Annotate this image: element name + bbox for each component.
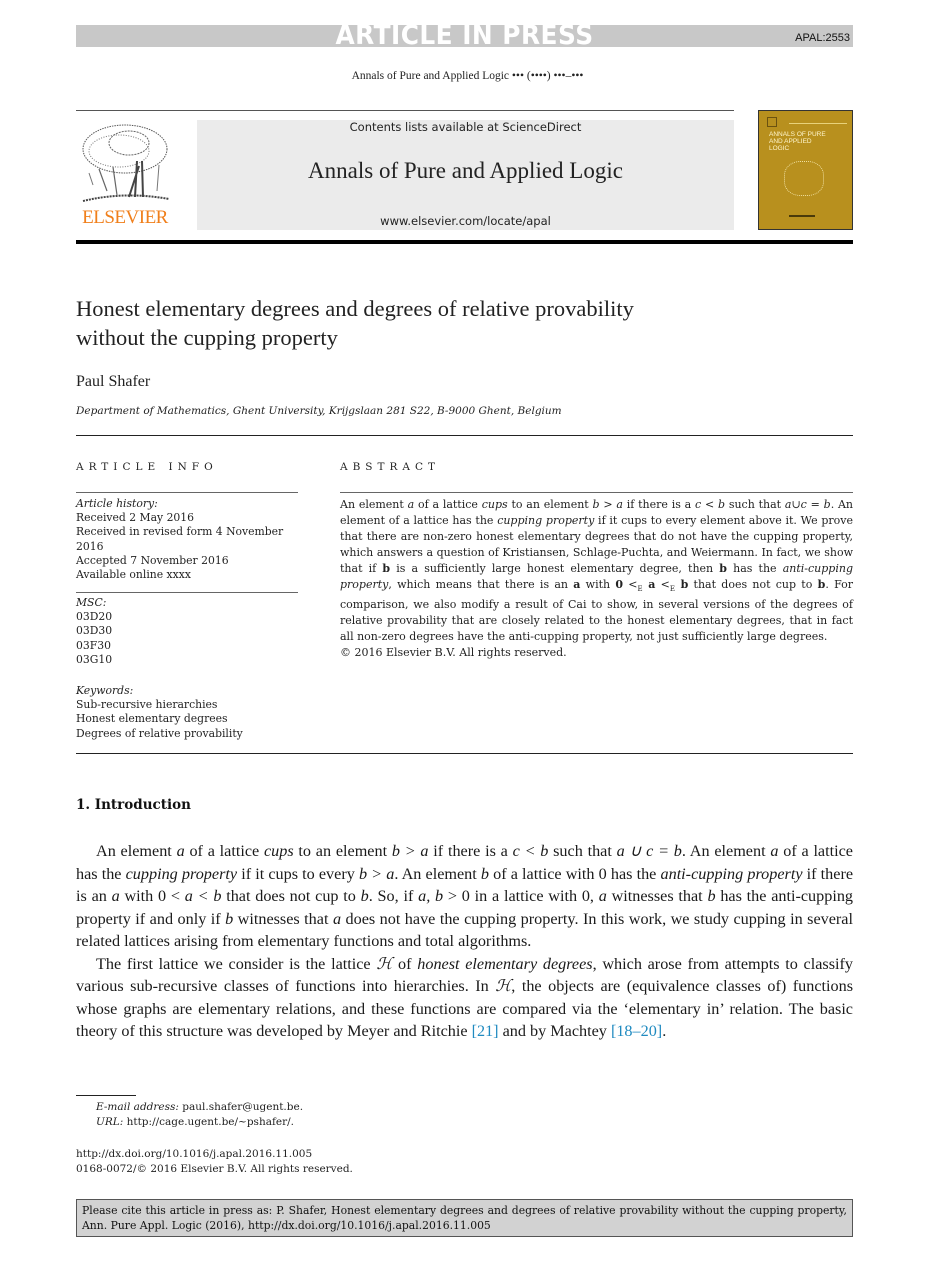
citation-link[interactable]: [18–20] — [611, 1022, 662, 1040]
author-footnote: E-mail address: paul.shafer@ugent.be. UR… — [96, 1100, 303, 1130]
banner-title: ARTICLE IN PRESS — [335, 20, 594, 51]
cover-rule — [789, 123, 847, 124]
elsevier-tree-icon — [82, 124, 170, 202]
history-revised: Received in revised form 4 November 2016 — [76, 525, 284, 553]
article-code: APAL:2553 — [795, 32, 850, 44]
history-label: Article history: — [76, 497, 158, 510]
history-online: Available online xxxx — [76, 568, 191, 582]
history-received: Received 2 May 2016 — [76, 511, 195, 525]
email-link[interactable]: paul.shafer@ugent.be. — [179, 1101, 303, 1113]
title-line-1: Honest elementary degrees and degrees of… — [76, 296, 634, 321]
cover-illustration — [784, 161, 824, 196]
contents-available-text[interactable]: Contents lists available at ScienceDirec… — [197, 120, 734, 134]
doi-link[interactable]: http://dx.doi.org/10.1016/j.apal.2016.11… — [76, 1147, 353, 1162]
msc-code: 03D30 — [76, 624, 113, 638]
intro-body: An element a of a lattice cups to an ele… — [76, 840, 853, 1043]
article-title: Honest elementary degrees and degrees of… — [76, 294, 776, 352]
citation-link[interactable]: [21] — [472, 1022, 499, 1040]
cover-footer-mark — [789, 215, 815, 217]
header-rule — [76, 110, 734, 111]
elsevier-logo[interactable]: ELSEVIER — [76, 121, 174, 229]
journal-masthead: Contents lists available at ScienceDirec… — [197, 120, 734, 230]
citation-box: Please cite this article in press as: P.… — [76, 1199, 853, 1237]
journal-url-link[interactable]: www.elsevier.com/locate/apal — [197, 214, 734, 228]
msc-code: 03F30 — [76, 638, 111, 652]
msc-codes: MSC: 03D20 03D30 03F30 03G10 — [76, 596, 298, 667]
intro-paragraph-1: An element a of a lattice cups to an ele… — [76, 842, 854, 950]
cover-logo-icon — [767, 117, 777, 127]
title-rule — [76, 435, 853, 436]
title-line-2: without the cupping property — [76, 325, 338, 350]
author-affiliation: Department of Mathematics, Ghent Univers… — [76, 405, 562, 417]
intro-paragraph-2: The first lattice we consider is the lat… — [76, 954, 853, 1041]
msc-code: 03D20 — [76, 610, 113, 624]
running-head: Annals of Pure and Applied Logic ••• (••… — [351, 70, 584, 82]
abstract-heading: ABSTRACT — [340, 461, 441, 473]
keywords: Keywords: Sub-recursive hierarchies Hone… — [76, 684, 298, 741]
info-rule — [76, 492, 298, 493]
journal-title: Annals of Pure and Applied Logic — [308, 158, 623, 183]
keyword: Honest elementary degrees — [76, 712, 228, 726]
article-in-press-banner: ARTICLE IN PRESS APAL:2553 — [76, 20, 853, 51]
url-label: URL: — [96, 1116, 124, 1128]
msc-rule — [76, 592, 298, 593]
abstract-rule — [340, 492, 853, 493]
homepage-link[interactable]: http://cage.ugent.be/~pshafer/. — [123, 1116, 294, 1128]
author-name[interactable]: Paul Shafer — [76, 373, 150, 391]
elsevier-wordmark: ELSEVIER — [82, 207, 168, 228]
email-label: E-mail address: — [96, 1101, 179, 1113]
abstract-copyright: © 2016 Elsevier B.V. All rights reserved… — [340, 646, 567, 660]
abstract-end-rule — [76, 753, 853, 754]
abstract-text: An element a of a lattice cups to an ele… — [340, 498, 854, 660]
keywords-label: Keywords: — [76, 684, 134, 697]
issn-copyright: 0168-0072/© 2016 Elsevier B.V. All right… — [76, 1163, 353, 1175]
msc-code: 03G10 — [76, 652, 113, 666]
footnote-rule — [76, 1095, 136, 1096]
doi-block: http://dx.doi.org/10.1016/j.apal.2016.11… — [76, 1147, 353, 1177]
history-accepted: Accepted 7 November 2016 — [76, 553, 229, 567]
keyword: Degrees of relative provability — [76, 726, 243, 740]
cover-title: ANNALS OF PURE AND APPLIED LOGIC — [769, 131, 826, 152]
journal-cover-image: ANNALS OF PURE AND APPLIED LOGIC — [758, 110, 853, 230]
section-heading-introduction: 1. Introduction — [76, 797, 191, 813]
article-info-heading: ARTICLE INFO — [76, 461, 218, 473]
keyword: Sub-recursive hierarchies — [76, 698, 218, 712]
masthead-thick-rule — [76, 240, 853, 244]
msc-label: MSC: — [76, 596, 107, 609]
article-history: Article history: Received 2 May 2016 Rec… — [76, 497, 298, 582]
